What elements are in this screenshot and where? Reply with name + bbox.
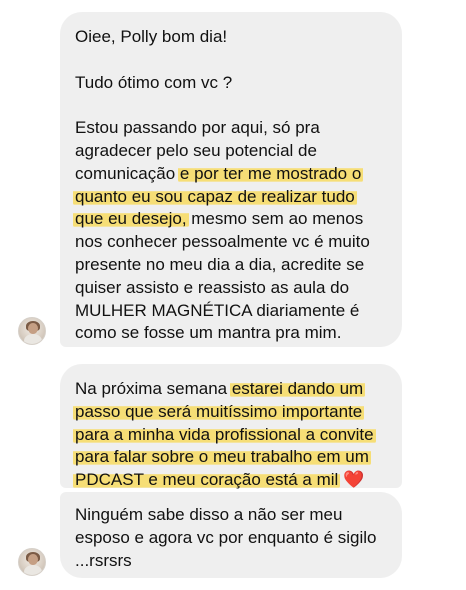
- message-text: mesmo sem ao menos: [186, 209, 364, 229]
- avatar-body-shape: [24, 334, 42, 344]
- message-line: ...rsrsrs: [75, 550, 388, 573]
- message-line: quanto eu sou capaz de realizar tudo: [73, 186, 388, 209]
- message-text: nos conhecer pessoalmente vc é muito: [75, 232, 370, 252]
- message-line: Tudo ótimo com vc ?: [75, 72, 388, 95]
- message-line: presente no meu dia a dia, acredite se: [75, 254, 388, 277]
- message-line: quiser assisto e reassisto as aula do: [75, 277, 388, 300]
- message-line: Na próxima semana estarei dando um: [75, 378, 388, 401]
- message-text: Tudo ótimo com vc ?: [75, 72, 233, 92]
- avatar-body-shape: [24, 565, 42, 575]
- highlighted-text: para a minha vida profissional a convite: [73, 424, 376, 444]
- avatar-face-shape: [28, 323, 38, 334]
- highlighted-text: quanto eu sou capaz de realizar tudo: [73, 186, 357, 206]
- message-line: para falar sobre o meu trabalho em um: [73, 446, 388, 469]
- message-text: agradecer pelo seu potencial de: [75, 140, 317, 160]
- message-bubble-2[interactable]: Na próxima semana estarei dando um passo …: [60, 364, 402, 490]
- heart-emoji-icon: ❤️: [343, 470, 365, 491]
- message-line: Oiee, Polly bom dia!: [75, 26, 388, 49]
- message-text: Na próxima semana: [75, 379, 232, 398]
- message-text: ...rsrsrs: [75, 550, 132, 570]
- message-text: Oiee, Polly bom dia!: [75, 27, 228, 46]
- message-text: Estou passando por aqui, só pra: [75, 118, 320, 138]
- message-text: Ninguém sabe disso a não ser meu: [75, 505, 343, 524]
- message-text: comunicação: [75, 163, 180, 183]
- message-line: MULHER MAGNÉTICA diariamente é: [75, 300, 388, 323]
- message-bubble-1[interactable]: Oiee, Polly bom dia! Tudo ótimo com vc ? E…: [60, 12, 402, 347]
- message-text: quiser assisto e reassisto as aula do: [75, 277, 350, 297]
- message-line: passo que será muitíssimo importante: [73, 401, 388, 424]
- message-text: MULHER MAGNÉTICA diariamente é: [75, 300, 360, 320]
- highlighted-text: para falar sobre o meu trabalho em um: [73, 447, 371, 467]
- message-text: presente no meu dia a dia, acredite se: [75, 254, 365, 274]
- message-line: PDCAST e meu coração está a mil ❤️: [73, 469, 388, 492]
- highlighted-text: estarei dando um: [229, 379, 366, 398]
- message-line: Ninguém sabe disso a não ser meu: [75, 504, 388, 527]
- sender-avatar[interactable]: [18, 317, 46, 345]
- highlighted-text: que eu desejo,: [73, 209, 189, 229]
- message-line: esposo e agora vc por enquanto é sigilo: [75, 527, 388, 550]
- message-line: Estou passando por aqui, só pra: [75, 117, 388, 140]
- message-line: que eu desejo, mesmo sem ao menos: [73, 208, 388, 231]
- highlighted-text: passo que será muitíssimo importante: [73, 401, 365, 421]
- message-bubble-3[interactable]: Ninguém sabe disso a não ser meu esposo e…: [60, 492, 402, 578]
- avatar-face-shape: [28, 554, 38, 565]
- sender-avatar[interactable]: [18, 548, 46, 576]
- message-text: esposo e agora vc por enquanto é sigilo: [75, 527, 377, 547]
- highlighted-text: e por ter me mostrado o: [177, 163, 364, 183]
- message-line: para a minha vida profissional a convite: [73, 424, 388, 447]
- message-line: comunicação e por ter me mostrado o: [75, 163, 388, 186]
- message-line: nos conhecer pessoalmente vc é muito: [75, 231, 388, 254]
- message-line: como se fosse um mantra pra mim.: [75, 322, 388, 345]
- message-line: agradecer pelo seu potencial de: [75, 140, 388, 163]
- message-text: como se fosse um mantra pra mim.: [75, 323, 342, 343]
- highlighted-text: PDCAST e meu coração está a mil: [73, 470, 341, 490]
